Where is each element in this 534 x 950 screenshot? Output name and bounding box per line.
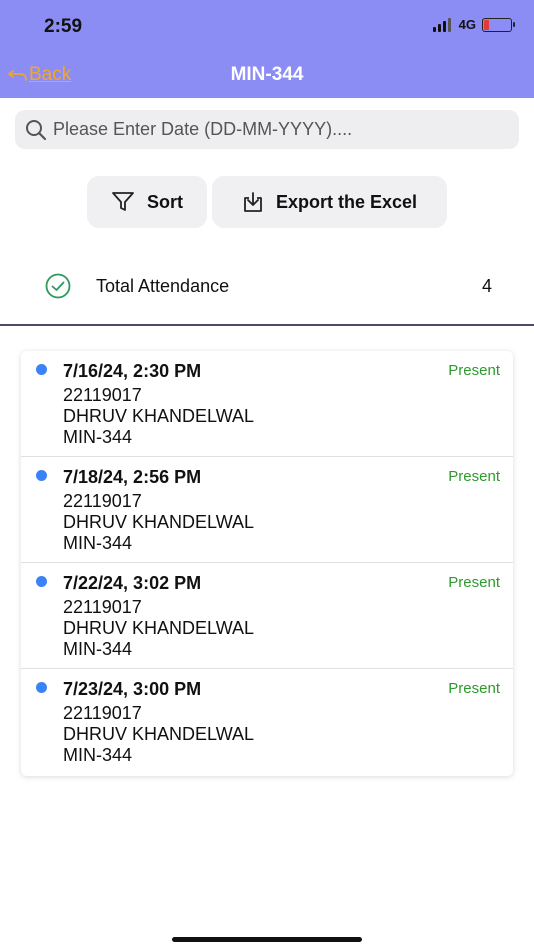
record-name: DHRUV KHANDELWAL — [63, 512, 255, 532]
total-attendance-row: Total Attendance 4 — [0, 262, 534, 324]
page-title: MIN-344 — [230, 64, 304, 85]
total-attendance-label: Total Attendance — [96, 276, 230, 296]
status-indicators: 4G — [432, 17, 515, 32]
record-status: Present — [448, 468, 500, 485]
search-bar[interactable] — [15, 110, 519, 149]
record-name: DHRUV KHANDELWAL — [63, 406, 255, 426]
record-roll-number: 22119017 — [63, 385, 142, 405]
record-course-code: MIN-344 — [63, 533, 133, 553]
total-attendance-count: 4 — [481, 276, 492, 296]
bullet-dot — [36, 576, 47, 587]
attendance-record[interactable]: 7/16/24, 2:30 PM 22119017 DHRUV KHANDELW… — [21, 351, 513, 457]
attendance-record[interactable]: 7/23/24, 3:00 PM 22119017 DHRUV KHANDELW… — [21, 669, 513, 775]
record-name: DHRUV KHANDELWAL — [63, 724, 255, 744]
download-icon — [244, 192, 262, 212]
search-icon — [26, 119, 47, 140]
record-course-code: MIN-344 — [63, 427, 133, 447]
network-label: 4G — [458, 17, 476, 32]
record-course-code: MIN-344 — [63, 639, 133, 659]
record-course-code: MIN-344 — [63, 745, 133, 765]
attendance-record[interactable]: 7/18/24, 2:56 PM 22119017 DHRUV KHANDELW… — [21, 457, 513, 563]
date-search-input[interactable] — [53, 119, 513, 140]
attendance-list: 7/16/24, 2:30 PM 22119017 DHRUV KHANDELW… — [21, 351, 513, 776]
status-time: 2:59 — [44, 16, 83, 37]
record-datetime: 7/16/24, 2:30 PM — [63, 361, 202, 381]
record-status: Present — [448, 680, 500, 697]
record-roll-number: 22119017 — [63, 597, 142, 617]
divider — [0, 324, 534, 326]
attendance-record[interactable]: 7/22/24, 3:02 PM 22119017 DHRUV KHANDELW… — [21, 563, 513, 669]
record-status: Present — [448, 574, 500, 591]
record-datetime: 7/23/24, 3:00 PM — [63, 679, 202, 699]
app-header: 2:59 4G Back MIN-344 — [0, 0, 534, 98]
record-status: Present — [448, 362, 500, 379]
signal-icon — [432, 17, 453, 32]
battery-icon — [482, 17, 515, 32]
bullet-dot — [36, 682, 47, 693]
sort-label: Sort — [147, 191, 183, 212]
record-name: DHRUV KHANDELWAL — [63, 618, 255, 638]
bullet-dot — [36, 364, 47, 375]
record-datetime: 7/18/24, 2:56 PM — [63, 467, 202, 487]
sort-button[interactable]: Sort — [87, 176, 207, 228]
record-datetime: 7/22/24, 3:02 PM — [63, 573, 202, 593]
home-indicator[interactable] — [172, 937, 362, 942]
record-roll-number: 22119017 — [63, 491, 142, 511]
bullet-dot — [36, 470, 47, 481]
record-roll-number: 22119017 — [63, 703, 142, 723]
filter-icon — [112, 192, 134, 211]
check-circle-icon — [45, 273, 71, 299]
export-label: Export the Excel — [275, 191, 418, 212]
export-excel-button[interactable]: Export the Excel — [212, 176, 447, 228]
